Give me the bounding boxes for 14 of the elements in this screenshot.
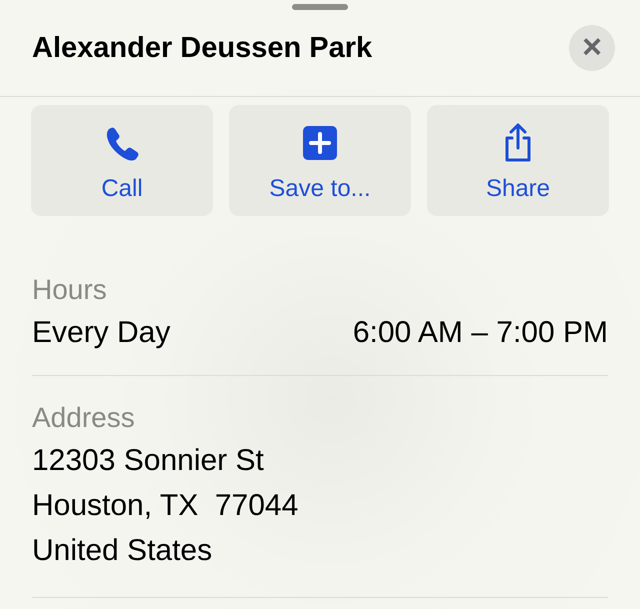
address-line: United States xyxy=(32,533,214,569)
section-label: Address xyxy=(32,401,136,435)
plus-square-icon xyxy=(300,123,340,163)
close-button[interactable]: × xyxy=(569,25,615,71)
call-button[interactable]: Call xyxy=(31,105,213,216)
hours-time: 6:00 AM – 7:00 PM xyxy=(352,315,608,351)
hours-days: Every Day xyxy=(32,310,170,355)
address-line: 12303 Sonnier St xyxy=(32,443,265,479)
address-line: Houston, TX 77044 xyxy=(32,488,300,524)
section-label: Hours xyxy=(32,273,108,307)
grabber-handle[interactable] xyxy=(292,4,348,10)
place-title: Alexander Deussen Park xyxy=(32,32,372,64)
share-button[interactable]: Share xyxy=(427,105,609,216)
save-button[interactable]: Save to... xyxy=(229,105,411,216)
